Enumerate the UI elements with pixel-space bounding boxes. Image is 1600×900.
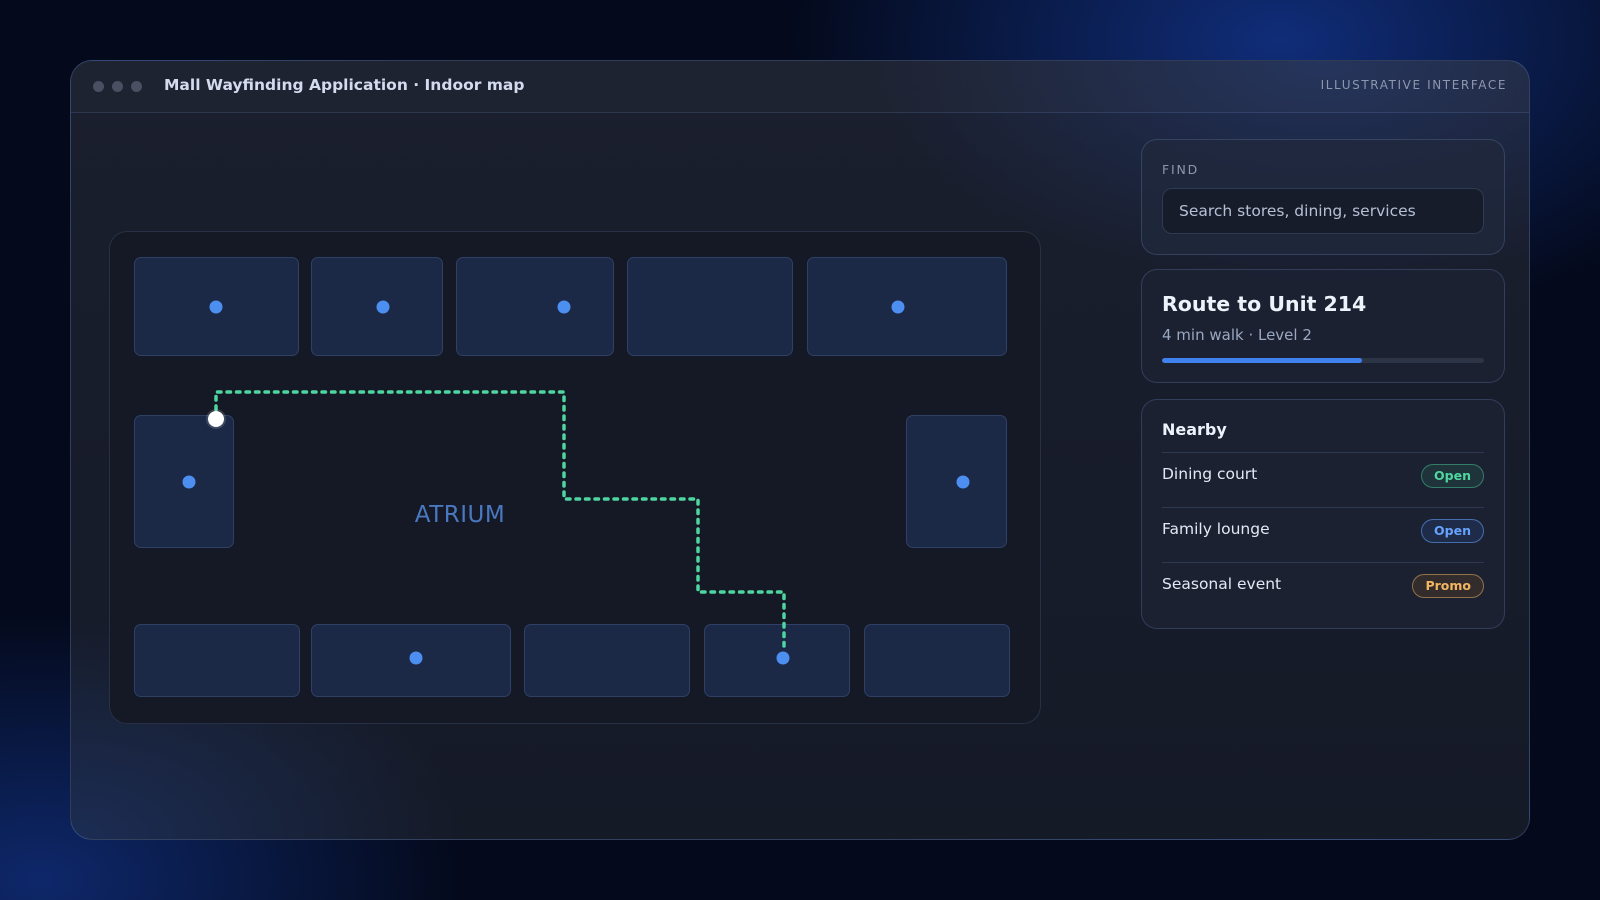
route-progress-bar (1162, 358, 1484, 363)
current-location-marker (208, 411, 224, 427)
nearby-item-name: Seasonal event (1162, 575, 1282, 593)
window-title: Mall Wayfinding Application · Indoor map (164, 76, 525, 94)
status-badge: Promo (1412, 574, 1484, 598)
nearby-panel: Nearby Dining court Open Family lounge O… (1141, 399, 1505, 629)
destination-pin[interactable] (776, 651, 790, 665)
find-panel: FIND (1141, 139, 1505, 255)
maximize-window-dot[interactable] (131, 81, 142, 92)
status-badge: Open (1421, 464, 1484, 488)
route-title: Route to Unit 214 (1162, 292, 1367, 316)
nearby-item-name: Dining court (1162, 465, 1258, 483)
close-window-dot[interactable] (93, 81, 104, 92)
minimize-window-dot[interactable] (112, 81, 123, 92)
nearby-list: Dining court Open Family lounge Open Sea… (1162, 452, 1484, 617)
store-pin[interactable] (376, 300, 390, 314)
store-pin[interactable] (182, 475, 196, 489)
nearby-item-dining-court[interactable]: Dining court Open (1162, 452, 1484, 507)
store-pin[interactable] (956, 475, 970, 489)
interface-tag: ILLUSTRATIVE INTERFACE (1320, 78, 1507, 92)
store-pin[interactable] (409, 651, 423, 665)
store-pin[interactable] (209, 300, 223, 314)
nearby-item-name: Family lounge (1162, 520, 1270, 538)
nearby-title: Nearby (1162, 420, 1227, 439)
status-badge: Open (1421, 519, 1484, 543)
store-pin[interactable] (557, 300, 571, 314)
route-subtitle: 4 min walk · Level 2 (1162, 326, 1312, 344)
find-label: FIND (1162, 162, 1200, 177)
nearby-item-family-lounge[interactable]: Family lounge Open (1162, 507, 1484, 562)
nearby-item-seasonal-event[interactable]: Seasonal event Promo (1162, 562, 1484, 617)
indoor-map[interactable]: ATRIUM (109, 231, 1041, 724)
route-card: Route to Unit 214 4 min walk · Level 2 (1141, 269, 1505, 383)
store-pin[interactable] (891, 300, 905, 314)
route-progress-fill (1162, 358, 1362, 363)
window-controls (93, 81, 142, 92)
search-input[interactable] (1162, 188, 1484, 234)
app-window: Mall Wayfinding Application · Indoor map… (70, 60, 1530, 840)
title-bar: Mall Wayfinding Application · Indoor map… (71, 61, 1529, 113)
